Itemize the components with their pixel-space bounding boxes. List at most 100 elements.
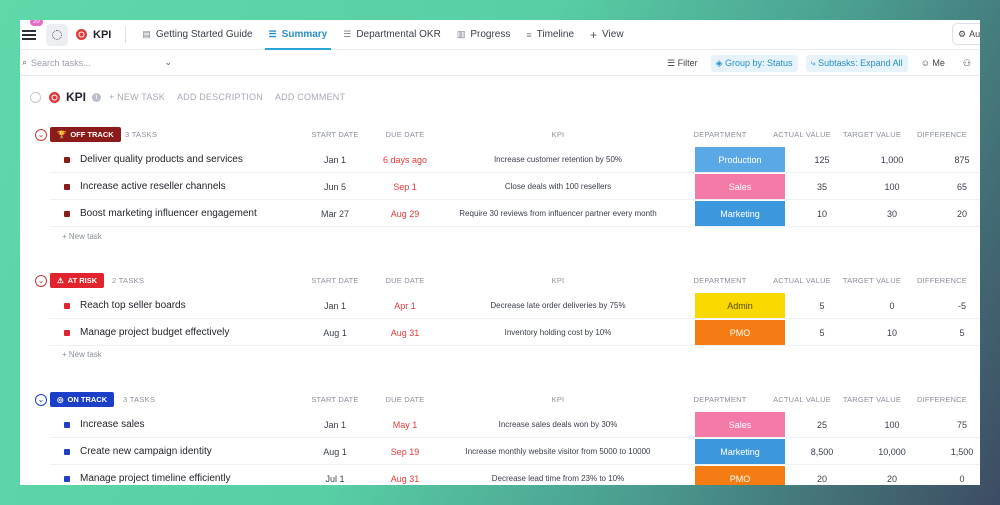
table-row[interactable]: Deliver quality products and services Ja…	[50, 146, 980, 173]
column-difference[interactable]: DIFFERENCE	[910, 276, 974, 285]
table-row[interactable]: Increase sales Jan 1 May 1 Increase sale…	[50, 411, 980, 438]
task-name[interactable]: Boost marketing influencer engagement	[80, 208, 257, 219]
task-name[interactable]: Reach top seller boards	[80, 300, 186, 311]
tab-timeline[interactable]: ≡ Timeline	[518, 20, 582, 50]
table-row[interactable]: Boost marketing influencer engagement Ma…	[50, 200, 980, 227]
column-kpi[interactable]: KPI	[443, 130, 673, 139]
collapse-toggle[interactable]: ⌄	[35, 275, 47, 287]
actual-value[interactable]: 5	[790, 292, 854, 319]
column-due-date[interactable]: DUE DATE	[375, 130, 435, 139]
tab-getting-started[interactable]: ▤ Getting Started Guide	[134, 20, 260, 50]
collapse-toggle[interactable]: ⌄	[35, 394, 47, 406]
department-label[interactable]: Sales	[695, 412, 785, 437]
target-value[interactable]: 10,000	[860, 438, 924, 465]
column-actual-value[interactable]: ACTUAL VALUE	[770, 130, 834, 139]
column-target-value[interactable]: TARGET VALUE	[840, 395, 904, 404]
target-value[interactable]: 1,000	[860, 146, 924, 173]
table-row[interactable]: Create new campaign identity Aug 1 Sep 1…	[50, 438, 980, 465]
due-date[interactable]: Aug 29	[375, 200, 435, 227]
space-title[interactable]: KPI	[76, 29, 111, 41]
department-label[interactable]: Production	[695, 147, 785, 172]
new-task-button[interactable]: + New task	[62, 232, 102, 241]
due-date[interactable]: Sep 1	[375, 173, 435, 200]
department-label[interactable]: PMO	[695, 320, 785, 345]
column-department[interactable]: DEPARTMENT	[675, 276, 765, 285]
target-value[interactable]: 0	[860, 292, 924, 319]
info-icon[interactable]: i	[92, 92, 102, 102]
target-value[interactable]: 30	[860, 200, 924, 227]
table-row[interactable]: Increase active reseller channels Jun 5 …	[50, 173, 980, 200]
start-date[interactable]: Aug 1	[305, 438, 365, 465]
column-difference[interactable]: DIFFERENCE	[910, 130, 974, 139]
kpi-text[interactable]: Close deals with 100 resellers	[443, 173, 673, 200]
task-name[interactable]: Create new campaign identity	[80, 446, 212, 457]
target-value[interactable]: 20	[860, 465, 924, 485]
column-target-value[interactable]: TARGET VALUE	[840, 130, 904, 139]
subtasks-button[interactable]: ⤷ Subtasks: Expand All	[805, 54, 908, 72]
kpi-text[interactable]: Increase sales deals won by 30%	[443, 411, 673, 438]
column-actual-value[interactable]: ACTUAL VALUE	[770, 276, 834, 285]
task-name[interactable]: Deliver quality products and services	[80, 154, 243, 165]
new-task-button[interactable]: + New task	[62, 350, 102, 359]
task-name[interactable]: Manage project budget effectively	[80, 327, 229, 338]
start-date[interactable]: Jan 1	[305, 146, 365, 173]
kpi-text[interactable]: Inventory holding cost by 10%	[443, 319, 673, 346]
department-label[interactable]: PMO	[695, 466, 785, 485]
space-icon[interactable]	[46, 23, 68, 46]
start-date[interactable]: Aug 1	[305, 319, 365, 346]
collapse-toggle[interactable]: ⌄	[35, 129, 47, 141]
kpi-text[interactable]: Decrease lead time from 23% to 10%	[443, 465, 673, 485]
menu-icon[interactable]: 20	[22, 20, 43, 42]
column-kpi[interactable]: KPI	[443, 395, 673, 404]
due-date[interactable]: May 1	[375, 411, 435, 438]
table-row[interactable]: Manage project budget effectively Aug 1 …	[50, 319, 980, 346]
department-label[interactable]: Admin	[695, 293, 785, 318]
add-view-button[interactable]: + View	[582, 20, 632, 50]
start-date[interactable]: Jul 1	[305, 465, 365, 485]
column-department[interactable]: DEPARTMENT	[675, 130, 765, 139]
start-date[interactable]: Jan 1	[305, 411, 365, 438]
automation-button[interactable]: ⚙ Au	[952, 23, 980, 45]
column-target-value[interactable]: TARGET VALUE	[840, 276, 904, 285]
tab-departmental-okr[interactable]: ☰ Departmental OKR	[335, 20, 449, 50]
target-value[interactable]: 100	[860, 411, 924, 438]
assignees-icon[interactable]: ⚇	[958, 55, 976, 72]
task-name[interactable]: Manage project timeline efficiently	[80, 473, 230, 484]
task-name[interactable]: Increase active reseller channels	[80, 181, 226, 192]
kpi-text[interactable]: Increase monthly website visitor from 50…	[443, 438, 673, 465]
column-due-date[interactable]: DUE DATE	[375, 276, 435, 285]
column-start-date[interactable]: START DATE	[305, 395, 365, 404]
column-due-date[interactable]: DUE DATE	[375, 395, 435, 404]
actual-value[interactable]: 35	[790, 173, 854, 200]
actual-value[interactable]: 8,500	[790, 438, 854, 465]
column-start-date[interactable]: START DATE	[305, 276, 365, 285]
tab-summary[interactable]: ☰ Summary	[261, 20, 336, 50]
due-date[interactable]: Aug 31	[375, 319, 435, 346]
tab-progress[interactable]: ▥ Progress	[449, 20, 519, 50]
due-date[interactable]: Aug 31	[375, 465, 435, 485]
target-value[interactable]: 100	[860, 173, 924, 200]
actual-value[interactable]: 5	[790, 319, 854, 346]
due-date[interactable]: 6 days ago	[375, 146, 435, 173]
actual-value[interactable]: 25	[790, 411, 854, 438]
task-name[interactable]: Increase sales	[80, 419, 144, 430]
start-date[interactable]: Jun 5	[305, 173, 365, 200]
add-description-link[interactable]: ADD DESCRIPTION	[177, 92, 263, 102]
due-date[interactable]: Apr 1	[375, 292, 435, 319]
filter-button[interactable]: ☰ Filter	[662, 55, 703, 72]
target-value[interactable]: 10	[860, 319, 924, 346]
kpi-text[interactable]: Require 30 reviews from influencer partn…	[443, 200, 673, 227]
collapse-all-toggle[interactable]	[30, 91, 41, 103]
kpi-text[interactable]: Increase customer retention by 50%	[443, 146, 673, 173]
new-task-link[interactable]: + NEW TASK	[109, 92, 165, 102]
column-difference[interactable]: DIFFERENCE	[910, 395, 974, 404]
table-row[interactable]: Reach top seller boards Jan 1 Apr 1 Decr…	[50, 292, 980, 319]
column-start-date[interactable]: START DATE	[305, 130, 365, 139]
actual-value[interactable]: 125	[790, 146, 854, 173]
due-date[interactable]: Sep 19	[375, 438, 435, 465]
department-label[interactable]: Marketing	[695, 201, 785, 226]
column-department[interactable]: DEPARTMENT	[675, 395, 765, 404]
start-date[interactable]: Mar 27	[305, 200, 365, 227]
department-label[interactable]: Marketing	[695, 439, 785, 464]
search-input[interactable]: ⌕ Search tasks... ⌄	[22, 57, 172, 68]
